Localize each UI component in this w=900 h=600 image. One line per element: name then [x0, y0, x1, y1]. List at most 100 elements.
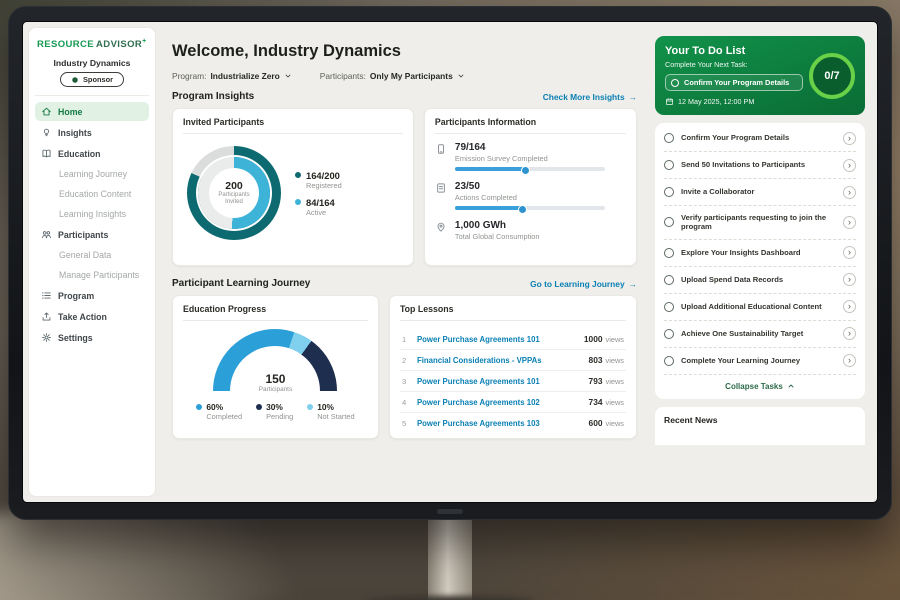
sidebar-item-education-content[interactable]: Education Content: [35, 185, 149, 203]
calendar-icon: [665, 97, 674, 106]
sidebar-item-education[interactable]: Education: [35, 144, 149, 163]
sponsor-label: Sponsor: [83, 75, 113, 84]
next-task-button[interactable]: Confirm Your Program Details: [665, 74, 803, 91]
recent-news-title: Recent News: [664, 415, 718, 425]
task-checkbox[interactable]: [664, 133, 674, 143]
section-title: Program Insights: [172, 91, 254, 102]
sidebar-item-label: Learning Journey: [59, 169, 127, 179]
arrow-right-icon: →: [629, 92, 637, 102]
chevron-right-icon[interactable]: ›: [843, 354, 856, 367]
chevron-up-icon: [787, 382, 795, 390]
legend-dot: [256, 404, 262, 410]
go-to-learning-journey-link[interactable]: Go to Learning Journey →: [530, 279, 637, 289]
task-complete-your-learning-journey[interactable]: Complete Your Learning Journey ›: [664, 348, 856, 375]
check-more-insights-link[interactable]: Check More Insights →: [543, 92, 637, 102]
program-filter[interactable]: Program: Industrialize Zero: [172, 71, 292, 81]
task-explore-your-insights-dashboard[interactable]: Explore Your Insights Dashboard ›: [664, 240, 856, 267]
participants-filter[interactable]: Participants: Only My Participants: [320, 71, 465, 81]
chevron-down-icon: [284, 72, 292, 80]
sponsor-badge[interactable]: Sponsor: [60, 72, 124, 87]
lesson-rank: 2: [402, 356, 410, 365]
learning-journey-header: Participant Learning Journey Go to Learn…: [172, 278, 637, 289]
actions-icon: [435, 182, 447, 194]
lesson-link[interactable]: Power Purchase Agreements 103: [417, 419, 582, 428]
donut-center-label: Participants Invited: [209, 192, 259, 206]
task-checkbox[interactable]: [664, 160, 674, 170]
next-task-label: Confirm Your Program Details: [684, 78, 789, 87]
chevron-right-icon[interactable]: ›: [843, 246, 856, 259]
task-checkbox[interactable]: [664, 302, 674, 312]
monitor-stand-shadow: [365, 596, 535, 600]
task-label: Explore Your Insights Dashboard: [681, 248, 836, 258]
sidebar-item-home[interactable]: Home: [35, 102, 149, 121]
stat-value: 79/164: [455, 142, 605, 153]
stat-value: 1,000 GWh: [455, 220, 540, 231]
sidebar-item-label: Home: [58, 107, 82, 117]
chevron-down-icon: [457, 72, 465, 80]
sidebar-item-manage-participants[interactable]: Manage Participants: [35, 266, 149, 284]
chevron-right-icon[interactable]: ›: [843, 327, 856, 340]
education-icon: [41, 148, 52, 159]
chevron-right-icon[interactable]: ›: [843, 273, 856, 286]
gauge-text: 150 Participants: [213, 372, 337, 393]
sidebar-item-settings[interactable]: Settings: [35, 328, 149, 347]
task-confirm-your-program-details[interactable]: Confirm Your Program Details ›: [664, 125, 856, 152]
lesson-link[interactable]: Power Purchase Agreements 101: [417, 335, 577, 344]
chevron-right-icon[interactable]: ›: [843, 186, 856, 199]
task-checkbox[interactable]: [664, 187, 674, 197]
sidebar-item-program[interactable]: Program: [35, 286, 149, 305]
org-name: Industry Dynamics: [35, 58, 149, 68]
recent-news-header[interactable]: Recent News: [655, 407, 865, 445]
task-invite-a-collaborator[interactable]: Invite a Collaborator ›: [664, 179, 856, 206]
donut-legend-item: 164/200Registered: [295, 170, 342, 190]
sidebar-item-learning-insights[interactable]: Learning Insights: [35, 205, 149, 223]
monitor-brand-mark: [437, 509, 463, 514]
gauge-legend-item: 10% Not Started: [307, 402, 354, 421]
sidebar-item-take-action[interactable]: Take Action: [35, 307, 149, 326]
gauge-label: Participants: [213, 386, 337, 393]
sidebar-item-insights[interactable]: Insights: [35, 123, 149, 142]
sidebar-item-general-data[interactable]: General Data: [35, 246, 149, 264]
task-achieve-one-sustainability-target[interactable]: Achieve One Sustainability Target ›: [664, 321, 856, 348]
sidebar-item-participants[interactable]: Participants: [35, 225, 149, 244]
due-date-text: 12 May 2025, 12:00 PM: [678, 97, 754, 106]
task-checkbox[interactable]: [664, 217, 674, 227]
chevron-right-icon[interactable]: ›: [843, 300, 856, 313]
stats-list: 79/164 Emission Survey Completed 23/50 A…: [435, 142, 626, 245]
sidebar-item-label: Program: [58, 291, 94, 301]
task-checkbox[interactable]: [664, 356, 674, 366]
sidebar-item-label: Take Action: [58, 312, 107, 322]
stat-actions-completed: 23/50 Actions Completed: [435, 181, 626, 210]
invited-participants-donut: 200 Participants Invited: [187, 146, 281, 240]
chevron-right-icon[interactable]: ›: [843, 216, 856, 229]
chevron-right-icon[interactable]: ›: [843, 132, 856, 145]
task-checkbox[interactable]: [664, 329, 674, 339]
legend-label: Pending: [266, 412, 293, 421]
task-upload-spend-data-records[interactable]: Upload Spend Data Records ›: [664, 267, 856, 294]
legend-value: 10%: [317, 402, 334, 412]
sidebar-item-label: Settings: [58, 333, 93, 343]
task-checkbox[interactable]: [664, 275, 674, 285]
lesson-link[interactable]: Power Purchase Agreements 102: [417, 398, 582, 407]
lesson-row: 5 Power Purchase Agreements 103 600views: [400, 413, 626, 433]
legend-value: 60%: [206, 402, 223, 412]
lesson-link[interactable]: Power Purchase Agreements 101: [417, 377, 582, 386]
collapse-tasks-button[interactable]: Collapse Tasks: [664, 375, 856, 399]
sidebar-item-learning-journey[interactable]: Learning Journey: [35, 165, 149, 183]
task-checkbox[interactable]: [671, 79, 679, 87]
take-action-icon: [41, 311, 52, 322]
task-send-50-invitations-to-participants[interactable]: Send 50 Invitations to Participants ›: [664, 152, 856, 179]
progress-bar: [455, 206, 605, 210]
lesson-link[interactable]: Financial Considerations - VPPAs: [417, 356, 582, 365]
gauge-legend-item: 30% Pending: [256, 402, 293, 421]
home-icon: [41, 106, 52, 117]
task-checkbox[interactable]: [664, 248, 674, 258]
lesson-rank: 5: [402, 419, 410, 428]
program-insights-header: Program Insights Check More Insights →: [172, 91, 637, 102]
chevron-right-icon[interactable]: ›: [843, 159, 856, 172]
task-upload-additional-educational-content[interactable]: Upload Additional Educational Content ›: [664, 294, 856, 321]
task-label: Verify participants requesting to join t…: [681, 213, 836, 233]
sidebar: RESOURCEADVISOR+ Industry Dynamics Spons…: [28, 27, 156, 497]
lesson-views: 1000: [584, 334, 603, 344]
task-verify-participants-requesting-to-join-the-program[interactable]: Verify participants requesting to join t…: [664, 206, 856, 240]
